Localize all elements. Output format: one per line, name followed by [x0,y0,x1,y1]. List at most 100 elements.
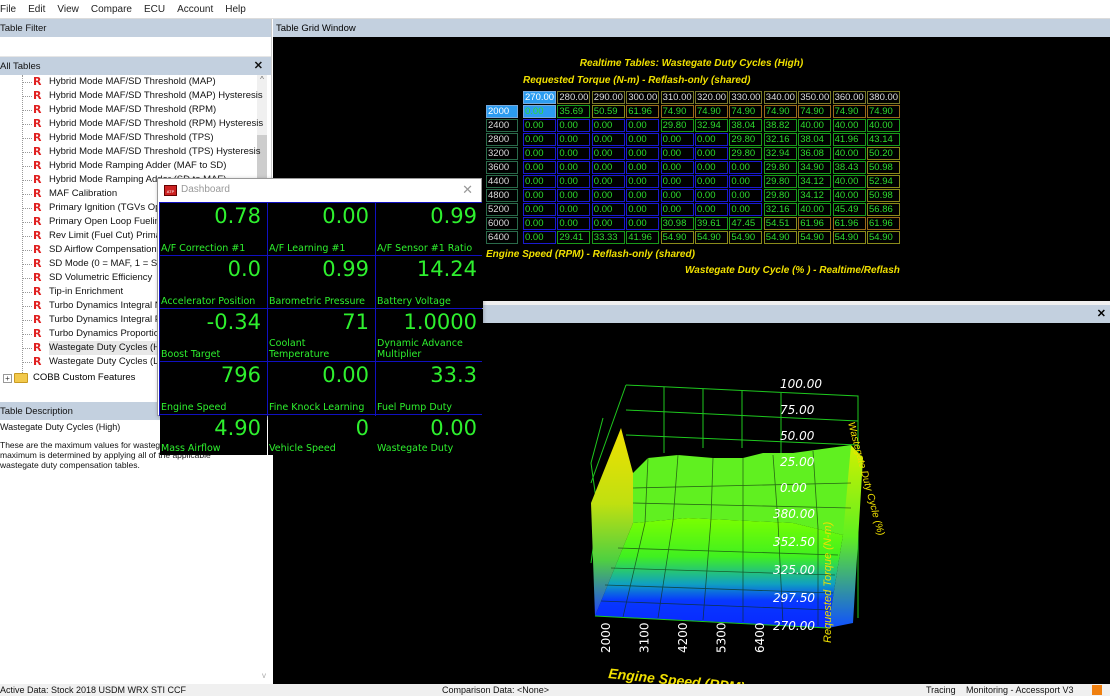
table-cell[interactable]: 0.00 [626,161,660,174]
dashboard-window[interactable]: ATP Dashboard ✕ 0.78 A/F Correction #1 0.0… [157,178,483,455]
table-cell[interactable]: 0.00 [729,175,763,188]
close-icon[interactable]: ✕ [1097,307,1106,320]
table-cell[interactable]: 36.08 [798,147,832,160]
table-cell[interactable]: 0.00 [695,147,728,160]
table-cell[interactable]: 0.00 [626,203,660,216]
gauge[interactable]: 1.0000 Dynamic Advance Multiplier [376,309,483,361]
table-cell[interactable]: 38.04 [729,119,763,132]
table-cell[interactable]: 50.59 [591,105,625,118]
table-cell[interactable]: 0.00 [523,203,556,216]
table-cell[interactable]: 61.96 [832,217,866,230]
table-cell[interactable]: 40.00 [867,119,900,132]
gauge[interactable]: 0.00 Wastegate Duty [376,415,483,455]
table-cell[interactable]: 0.00 [523,161,556,174]
table-cell[interactable]: 50.98 [867,189,900,202]
table-cell[interactable]: 0.00 [557,161,591,174]
table-cell[interactable]: 29.80 [763,161,797,174]
menu-help[interactable]: Help [225,4,258,15]
table-cell[interactable]: 29.80 [729,147,763,160]
table-cell[interactable]: 74.90 [867,105,900,118]
table-cell[interactable]: 50.98 [867,161,900,174]
scroll-up-icon[interactable]: ^ [257,75,267,87]
tree-item[interactable]: R Hybrid Mode MAF/SD Threshold (RPM) Hyst… [0,117,263,131]
gauge[interactable]: 71 Coolant Temperature [268,309,375,361]
table-cell[interactable]: 40.00 [832,189,866,202]
table-cell[interactable]: 54.90 [798,231,832,244]
table-cell[interactable]: 0.00 [591,147,625,160]
tree-item[interactable]: R Hybrid Mode Ramping Adder (MAF to SD) [0,159,258,173]
row-header[interactable]: 6400 [486,231,518,244]
table-cell[interactable]: 0.00 [695,203,728,216]
row-header[interactable]: 6000 [486,217,518,230]
table-cell[interactable]: 35.69 [557,105,591,118]
tree-item[interactable]: R Hybrid Mode MAF/SD Threshold (TPS) [0,131,258,145]
column-header[interactable]: 350.00 [798,91,832,104]
table-filter-input[interactable] [0,37,271,56]
gauge[interactable]: 14.24 Battery Voltage [376,256,483,308]
table-cell[interactable]: 61.96 [798,217,832,230]
table-cell[interactable]: 0.00 [523,133,556,146]
table-cell[interactable]: 29.80 [763,189,797,202]
menu-edit[interactable]: Edit [28,4,57,15]
tree-item[interactable]: R Hybrid Mode MAF/SD Threshold (RPM) [0,103,258,117]
row-header[interactable]: 3600 [486,161,518,174]
gauge[interactable]: 33.3 Fuel Pump Duty [376,362,483,414]
table-cell[interactable]: 40.00 [798,119,832,132]
table-cell[interactable]: 43.14 [867,133,900,146]
table-cell[interactable]: 30.98 [660,217,694,230]
table-cell[interactable]: 0.00 [660,189,694,202]
table-cell[interactable]: 0.00 [660,175,694,188]
gauge[interactable]: 4.90 Mass Airflow [160,415,267,455]
table-cell[interactable]: 0.00 [591,119,625,132]
tree-item[interactable]: R Hybrid Mode MAF/SD Threshold (MAP) Hyst… [0,89,263,103]
table-cell[interactable]: 38.43 [832,161,866,174]
table-cell[interactable]: 39.61 [695,217,728,230]
table-cell[interactable]: 54.90 [695,231,728,244]
table-cell[interactable]: 45.49 [832,203,866,216]
column-header[interactable]: 280.00 [557,91,591,104]
table-cell[interactable]: 0.00 [557,175,591,188]
table-cell[interactable]: 61.96 [867,217,900,230]
row-header[interactable]: 2800 [486,133,518,146]
table-cell[interactable]: 0.00 [591,203,625,216]
column-header[interactable]: 340.00 [763,91,797,104]
table-cell[interactable]: 54.90 [867,231,900,244]
table-cell[interactable]: 0.00 [523,189,556,202]
table-cell[interactable]: 52.94 [867,175,900,188]
table-cell[interactable]: 54.90 [729,231,763,244]
table-cell[interactable]: 0.00 [557,147,591,160]
table-cell[interactable]: 32.16 [763,133,797,146]
table-cell[interactable]: 41.96 [626,231,660,244]
table-cell[interactable]: 0.00 [591,133,625,146]
column-header[interactable]: 270.00 [523,91,556,104]
table-cell[interactable]: 0.00 [523,217,556,230]
table-cell[interactable]: 74.90 [763,105,797,118]
row-header[interactable]: 5200 [486,203,518,216]
column-header[interactable]: 290.00 [591,91,625,104]
row-header[interactable]: 2000 [486,105,518,118]
table-cell[interactable]: 54.90 [832,231,866,244]
menu-ecu[interactable]: ECU [144,4,177,15]
close-icon[interactable]: ✕ [462,182,473,198]
table-cell[interactable]: 0.00 [591,189,625,202]
row-header[interactable]: 4400 [486,175,518,188]
table-cell[interactable]: 0.00 [557,217,591,230]
table-cell[interactable]: 0.00 [660,133,694,146]
menu-compare[interactable]: Compare [91,4,144,15]
table-cell[interactable]: 0.00 [523,119,556,132]
gauge[interactable]: 0 Vehicle Speed [268,415,375,455]
table-cell[interactable]: 61.96 [626,105,660,118]
table-cell[interactable]: 34.90 [798,161,832,174]
row-header[interactable]: 3200 [486,147,518,160]
table-cell[interactable]: 0.00 [523,231,556,244]
table-cell[interactable]: 32.94 [695,119,728,132]
table-cell[interactable]: 0.00 [523,105,556,118]
table-cell[interactable]: 0.00 [523,175,556,188]
column-header[interactable]: 320.00 [695,91,728,104]
table-cell[interactable]: 0.00 [626,217,660,230]
gauge[interactable]: -0.34 Boost Target [160,309,267,361]
gauge[interactable]: 0.78 A/F Correction #1 [160,203,267,255]
tree-item[interactable]: R Hybrid Mode MAF/SD Threshold (TPS) Hyst… [0,145,261,159]
table-cell[interactable]: 32.16 [763,203,797,216]
table-cell[interactable]: 54.90 [660,231,694,244]
